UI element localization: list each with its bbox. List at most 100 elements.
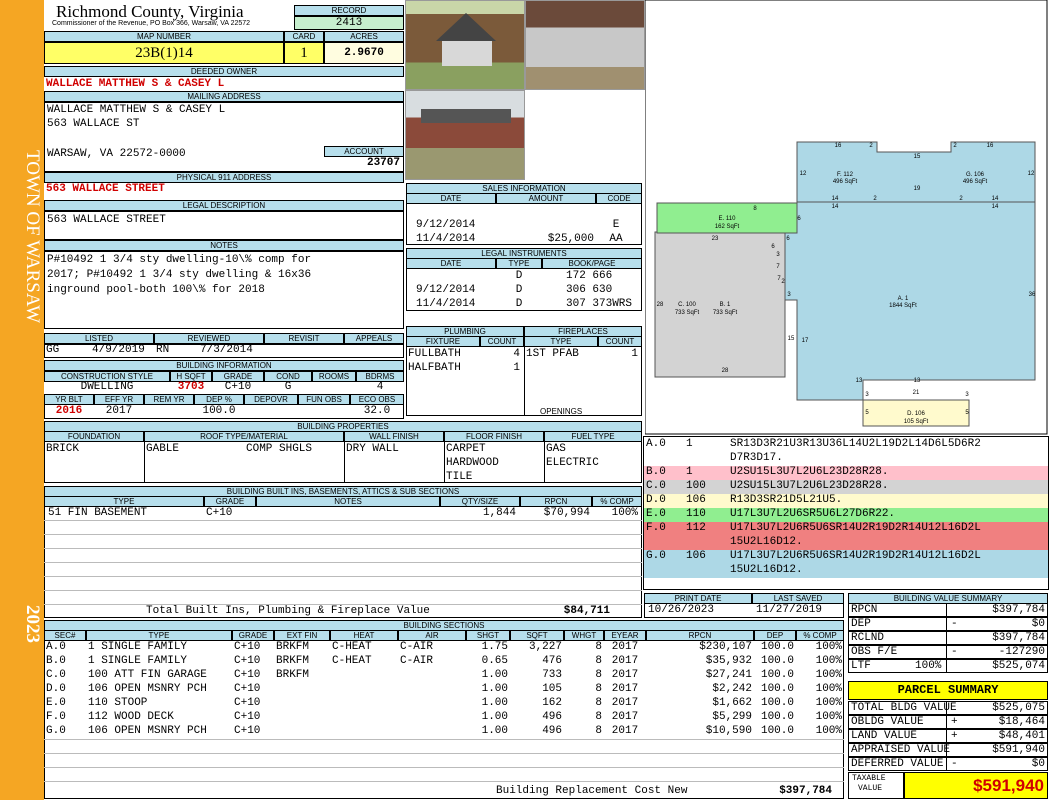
- section-cell: 100%: [815, 669, 842, 681]
- section-cell: 100.0: [760, 655, 794, 667]
- section-cell: 8: [595, 711, 602, 723]
- sketch-dimension: 13: [856, 378, 863, 384]
- sale-code-2: AA: [609, 233, 623, 245]
- mailing-line2: 563 WALLACE ST: [47, 118, 140, 130]
- house-photo-1[interactable]: [405, 0, 525, 90]
- sketch-label-c: C. 100: [678, 302, 696, 308]
- code-string: R13D3SR21D5L21U5.: [730, 494, 843, 506]
- card-label: CARD: [284, 31, 324, 42]
- sketch-dimension: 13: [914, 378, 921, 384]
- builtin-comp: 100%: [611, 507, 638, 519]
- instr-book-3: 307 373WRS: [566, 298, 633, 310]
- section-cell: 100%: [815, 641, 842, 653]
- section-cell: 0.65: [481, 655, 508, 667]
- bedrooms: 4: [376, 381, 384, 393]
- section-cell: $27,241: [705, 669, 752, 681]
- bvs-obs-row: OBS F/E - -127290: [848, 645, 1048, 659]
- table-row: F.0 112 WOOD DECK C+10 1.00 496 8 2017 $5,299 10…: [44, 711, 844, 725]
- house-photo-2[interactable]: [525, 0, 645, 90]
- sketch-dimension: 14: [992, 196, 999, 202]
- sale-date-2: 11/4/2014: [416, 233, 476, 245]
- section-cell: 100.0: [760, 669, 794, 681]
- fp-count-1: 1: [631, 348, 638, 360]
- legal-description-label: LEGAL DESCRIPTION: [44, 200, 404, 211]
- sale-date-1: 9/12/2014: [416, 219, 476, 231]
- land-value: $48,401: [998, 730, 1045, 742]
- section-cell: BRKFM: [276, 641, 310, 653]
- section-cell: 8: [595, 655, 602, 667]
- table-row: G.0 106 OPEN MSNRY PCH C+10 1.00 496 8 2017 $10…: [44, 725, 844, 739]
- tax-year: 2023: [22, 605, 43, 643]
- code-number: 1: [686, 438, 693, 450]
- mailing-line1: WALLACE MATTHEW S & CASEY L: [47, 104, 226, 116]
- section-cell: 496: [542, 711, 562, 723]
- section-cell: $230,107: [699, 641, 752, 653]
- section-cell: 8: [595, 669, 602, 681]
- section-cell: $35,932: [705, 655, 752, 667]
- account-number: 23707: [366, 157, 400, 169]
- record-number: 2413: [294, 16, 404, 30]
- brcn-value: $397,784: [779, 785, 832, 797]
- sketch-dimension: 28: [657, 302, 664, 308]
- construction-style: DWELLING: [80, 381, 134, 393]
- sketch-code-row: C.0 100 U2SU15L3U7L2U6L23D28R28.: [644, 480, 1048, 494]
- record-label: RECORD: [294, 5, 404, 16]
- section-cell: G.0: [46, 725, 66, 737]
- section-cell: C+10: [234, 655, 261, 667]
- openings-label: OPENINGS: [540, 407, 583, 416]
- section-cell: 2017: [611, 669, 639, 681]
- section-cell: C+10: [234, 725, 261, 737]
- section-cell: 100.0: [760, 641, 794, 653]
- section-cell: $10,590: [705, 725, 752, 737]
- bvs-rclnd: $397,784: [992, 632, 1045, 644]
- code-number: 100: [686, 480, 706, 492]
- sketch-dimension: 15: [914, 154, 921, 160]
- deferred-value: $0: [1031, 758, 1045, 770]
- builtin-grade: C+10: [206, 507, 233, 519]
- section-cell: $1,662: [712, 697, 752, 709]
- section-cell: C+10: [234, 711, 261, 723]
- building-sketch: F. 112 496 SqFt G. 106 496 SqFt E. 110 1…: [645, 0, 1048, 435]
- sketch-label-b: B. 1: [720, 302, 731, 308]
- table-row: B.0 1 SINGLE FAMILY C+10 BRKFM C-HEAT C-AIR 0.…: [44, 655, 844, 669]
- section-cell: 1 SINGLE FAMILY: [88, 655, 188, 667]
- house-photo-3[interactable]: [405, 90, 525, 180]
- acres-value: 2.9670: [324, 42, 404, 64]
- roof-type: GABLE: [146, 443, 180, 455]
- total-bldg-row: TOTAL BLDG VALUE $525,075: [848, 701, 1048, 715]
- sketch-dimension: 14: [992, 204, 999, 210]
- last-saved: 11/27/2019: [756, 604, 823, 616]
- section-cell: C-AIR: [400, 641, 434, 653]
- code-section: B.0: [646, 466, 666, 478]
- bvs-rclnd-row: RCLND $397,784: [848, 631, 1048, 645]
- section-cell: BRKFM: [276, 669, 310, 681]
- notes-line2: 2017; P#10492 1 3/4 sty dwelling & 16x36: [47, 269, 312, 281]
- code-section: E.0: [646, 508, 666, 520]
- mailing-address-label: MAILING ADDRESS: [44, 91, 404, 102]
- town-label: TOWN OF WARSAW: [22, 150, 43, 324]
- section-cell: 100%: [815, 697, 842, 709]
- sketch-area-f: 496 SqFt: [833, 179, 858, 185]
- sketch-code-row: G.0 106 U17L3U7L2U6R5U6SR14U2R19D2R14U12L1…: [644, 550, 1048, 578]
- section-cell: 106 OPEN MSNRY PCH: [88, 725, 207, 737]
- section-cell: D.0: [46, 683, 66, 695]
- brcn-label: Building Replacement Cost New: [496, 785, 688, 797]
- code-string: U17L3U7L2U6R5U6SR14U2R19D2R14U12L16D2L: [730, 550, 981, 562]
- sketch-code-row: D.0 106 R13D3SR21D5L21U5.: [644, 494, 1048, 508]
- section-cell: 100.0: [760, 725, 794, 737]
- sketch-label-g: G. 106: [966, 172, 985, 178]
- notes-line3: inground pool-both 100\% for 2018: [47, 284, 265, 296]
- builtin-qty: 1,844: [482, 507, 516, 519]
- fp-type-1: 1ST PFAB: [526, 348, 579, 360]
- section-cell: 8: [595, 725, 602, 737]
- sketch-dimension: 15: [788, 336, 795, 342]
- code-section: F.0: [646, 522, 666, 534]
- section-cell: 733: [542, 669, 562, 681]
- section-cell: 476: [542, 655, 562, 667]
- map-number-label: MAP NUMBER: [44, 31, 284, 42]
- code-number: 1: [686, 466, 693, 478]
- instr-type-2: D: [515, 284, 523, 296]
- sidebar: TOWN OF WARSAW 2023: [0, 0, 44, 800]
- listed-date: 4/9/2019: [92, 344, 145, 356]
- section-cell: 105: [542, 683, 562, 695]
